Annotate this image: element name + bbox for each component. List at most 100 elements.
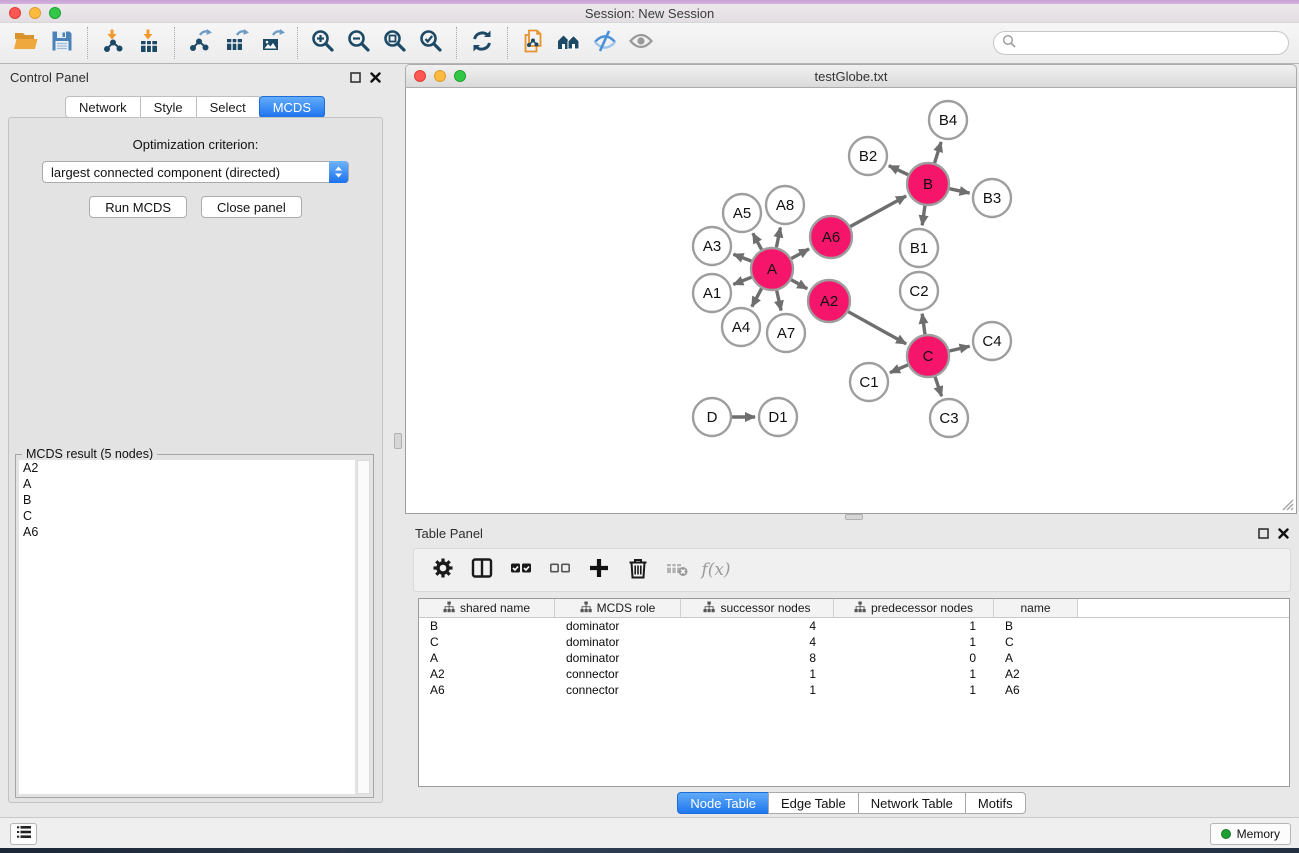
tab-select[interactable]: Select [196,96,260,118]
result-item[interactable]: C [19,508,355,524]
table-cell[interactable]: C [419,635,555,649]
zoom-out-button[interactable] [341,26,377,60]
optimization-criterion-select[interactable]: largest connected component (directed) [42,161,349,183]
export-network-button[interactable] [182,26,218,60]
node-A6[interactable]: A6 [810,216,852,258]
edge-A2-C[interactable] [848,312,906,344]
table-cell[interactable]: A6 [419,683,555,697]
edge-C-C3[interactable] [935,377,942,396]
table-cell[interactable]: 1 [834,619,994,633]
node-B3[interactable]: B3 [973,179,1011,217]
table-cell[interactable]: 1 [834,667,994,681]
network-browser-button[interactable] [551,26,587,60]
table-cell[interactable]: A6 [994,683,1078,697]
table-cell[interactable]: dominator [555,635,681,649]
tab-node-table[interactable]: Node Table [677,792,769,814]
refresh-button[interactable] [464,26,500,60]
export-table-button[interactable] [218,26,254,60]
node-A1[interactable]: A1 [693,274,731,312]
edge-A-A1[interactable] [733,277,751,284]
open-session-button[interactable] [8,26,44,60]
table-cell[interactable]: A [994,651,1078,665]
node-D1[interactable]: D1 [759,398,797,436]
edge-B-B3[interactable] [949,189,969,193]
edge-B-B4[interactable] [935,142,942,163]
node-C[interactable]: C [907,335,949,377]
result-item[interactable]: A [19,476,355,492]
table-cell[interactable]: B [419,619,555,633]
table-row[interactable]: Cdominator41C [419,634,1289,650]
import-network-button[interactable] [95,26,131,60]
table-row[interactable]: Adominator80A [419,650,1289,666]
tab-mcds[interactable]: MCDS [259,96,325,118]
table-cell[interactable]: connector [555,667,681,681]
node-D[interactable]: D [693,398,731,436]
node-A4[interactable]: A4 [722,308,760,346]
zoom-fit-button[interactable] [377,26,413,60]
zoom-in-button[interactable] [305,26,341,60]
table-cell[interactable]: 0 [834,651,994,665]
vertical-splitter-handle[interactable] [394,433,402,449]
column-header-shared-name[interactable]: shared name [419,599,555,617]
edge-A-A4[interactable] [752,288,762,306]
node-B1[interactable]: B1 [900,229,938,267]
table-cell[interactable]: 1 [834,635,994,649]
node-A2[interactable]: A2 [808,280,850,322]
task-history-button[interactable] [10,823,37,845]
deselect-all-button[interactable] [543,554,577,586]
table-cell[interactable]: A2 [994,667,1078,681]
node-C3[interactable]: C3 [930,399,968,437]
edge-A-A8[interactable] [776,228,780,248]
table-row[interactable]: A6connector11A6 [419,682,1289,698]
table-cell[interactable]: dominator [555,619,681,633]
tab-network[interactable]: Network [65,96,141,118]
tab-style[interactable]: Style [140,96,197,118]
column-header-successor-nodes[interactable]: successor nodes [681,599,834,617]
zoom-selected-button[interactable] [413,26,449,60]
close-panel-icon[interactable] [370,72,381,83]
run-mcds-button[interactable]: Run MCDS [89,196,187,218]
edge-C-C4[interactable] [949,346,969,351]
column-header-MCDS-role[interactable]: MCDS role [555,599,681,617]
close-panel-icon[interactable] [1278,528,1289,539]
memory-button[interactable]: Memory [1210,823,1291,845]
network-canvas[interactable]: B4B2BB3A8A5A6A3B1AC2A1A2A4A7C4CC1DD1C3 [405,88,1297,514]
node-C1[interactable]: C1 [850,363,888,401]
node-B4[interactable]: B4 [929,101,967,139]
resize-grip[interactable] [1281,498,1294,511]
tab-network-table[interactable]: Network Table [858,792,966,814]
edge-B-B2[interactable] [889,166,908,175]
table-cell[interactable]: dominator [555,651,681,665]
table-cell[interactable]: A [419,651,555,665]
table-cell[interactable]: A2 [419,667,555,681]
edge-A-A5[interactable] [753,233,762,249]
duplicate-network-button[interactable] [515,26,551,60]
save-session-button[interactable] [44,26,80,60]
column-header-name[interactable]: name [994,599,1078,617]
add-column-button[interactable] [582,554,616,586]
select-all-button[interactable] [504,554,538,586]
table-cell[interactable]: 1 [681,683,834,697]
search-input[interactable] [1021,36,1280,50]
network-graph[interactable]: B4B2BB3A8A5A6A3B1AC2A1A2A4A7C4CC1DD1C3 [406,88,1296,512]
export-image-button[interactable] [254,26,290,60]
visibility-button[interactable] [623,26,659,60]
node-A3[interactable]: A3 [693,227,731,265]
column-header-predecessor-nodes[interactable]: predecessor nodes [834,599,994,617]
table-row[interactable]: A2connector11A2 [419,666,1289,682]
table-cell[interactable]: 1 [681,667,834,681]
search-box[interactable] [993,31,1289,55]
result-item[interactable]: A6 [19,524,355,540]
edge-A-A7[interactable] [777,290,781,310]
node-C4[interactable]: C4 [973,322,1011,360]
float-panel-icon[interactable] [1258,528,1269,539]
delete-column-button[interactable] [621,554,655,586]
node-C2[interactable]: C2 [900,272,938,310]
node-A7[interactable]: A7 [767,314,805,352]
table-cell[interactable]: 8 [681,651,834,665]
node-B2[interactable]: B2 [849,137,887,175]
edge-A6-B[interactable] [850,196,906,226]
node-A[interactable]: A [751,248,793,290]
edge-A-A3[interactable] [733,254,751,261]
edge-A-A2[interactable] [791,280,807,289]
